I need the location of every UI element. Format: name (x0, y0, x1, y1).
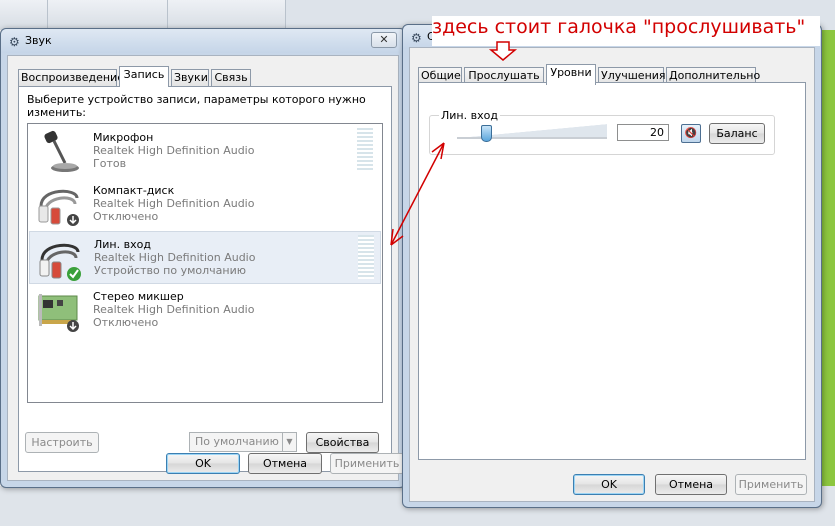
device-name: Стерео микшер (93, 290, 184, 303)
levels-tab-content: Лин. вход 20 🔇 Баланс (418, 82, 806, 460)
background-tile (0, 0, 48, 30)
background-tile (168, 0, 286, 30)
line-in-properties-window: ⚙ С Общие Прослушать Уровни Улучшения До… (402, 24, 822, 508)
properties-button[interactable]: Свойства (306, 432, 379, 453)
device-driver: Realtek High Definition Audio (93, 303, 255, 316)
level-meter (357, 128, 373, 172)
rca-cable-icon (39, 243, 81, 281)
tab-levels[interactable]: Уровни (546, 64, 596, 85)
device-status: Устройство по умолчанию (94, 264, 247, 277)
sound-window-titlebar[interactable]: ⚙ Звук ✕ (1, 29, 405, 53)
tab-recording[interactable]: Запись (119, 66, 169, 87)
tab-playback[interactable]: Воспроизведение (18, 69, 124, 86)
configure-button[interactable]: Настроить (25, 432, 99, 453)
recording-tab-content: Выберите устройство записи, параметры ко… (18, 86, 392, 472)
microphone-icon (44, 130, 79, 172)
device-status: Отключено (93, 210, 159, 223)
device-driver: Realtek High Definition Audio (94, 251, 256, 264)
sound-window-body: Воспроизведение Запись Звуки Связь Выбер… (7, 55, 404, 481)
speaker-mute-icon[interactable]: 🔇 (681, 124, 701, 143)
speaker-icon: ⚙ (9, 35, 20, 49)
apply-button[interactable]: Применить (330, 453, 404, 474)
device-item-microphone[interactable]: Микрофон Realtek High Definition Audio Г… (29, 125, 381, 178)
level-meter (358, 235, 374, 279)
sound-window: ⚙ Звук ✕ Воспроизведение Запись Звуки Св… (0, 28, 406, 488)
close-button[interactable]: ✕ (371, 32, 397, 48)
window-title: Звук (25, 34, 52, 47)
tab-sounds[interactable]: Звуки (171, 69, 209, 86)
apply-button[interactable]: Применить (735, 474, 807, 495)
device-status: Готов (93, 157, 127, 170)
instruction-text: Выберите устройство записи, параметры ко… (27, 93, 366, 119)
sound-card-icon (38, 294, 79, 332)
device-name: Компакт-диск (93, 184, 175, 197)
device-status: Отключено (93, 316, 159, 329)
annotation-text: здесь стоит галочка "прослушивать" (432, 16, 820, 46)
level-label: Лин. вход (439, 109, 500, 122)
balance-button[interactable]: Баланс (709, 123, 765, 144)
speaker-icon: ⚙ (411, 31, 422, 45)
device-item-stereo-mix[interactable]: Стерео микшер Realtek High Definition Au… (29, 284, 381, 337)
device-list[interactable]: Микрофон Realtek High Definition Audio Г… (27, 123, 383, 403)
device-item-cd[interactable]: Компакт-диск Realtek High Definition Aud… (29, 178, 381, 231)
background-tile (48, 0, 168, 30)
ok-button[interactable]: OK (573, 474, 645, 495)
rca-cable-icon (38, 189, 79, 226)
cancel-button[interactable]: Отмена (248, 453, 322, 474)
chevron-down-icon: ▼ (282, 433, 296, 451)
volume-slider-thumb[interactable] (481, 125, 492, 142)
slider-track (457, 124, 607, 138)
device-name: Лин. вход (94, 238, 151, 251)
ok-button[interactable]: OK (166, 453, 240, 474)
properties-window-body: Общие Прослушать Уровни Улучшения Дополн… (409, 47, 815, 502)
tab-communications[interactable]: Связь (211, 69, 251, 86)
device-driver: Realtek High Definition Audio (93, 144, 255, 157)
device-item-line-in[interactable]: Лин. вход Realtek High Definition Audio … (29, 231, 381, 284)
device-name: Микрофон (93, 131, 154, 144)
device-driver: Realtek High Definition Audio (93, 197, 255, 210)
level-value-field[interactable]: 20 (617, 124, 669, 141)
cancel-button[interactable]: Отмена (655, 474, 727, 495)
set-default-dropdown[interactable]: По умолчанию ▼ (189, 432, 297, 452)
set-default-label: По умолчанию (195, 435, 279, 448)
slider-line (457, 137, 607, 139)
